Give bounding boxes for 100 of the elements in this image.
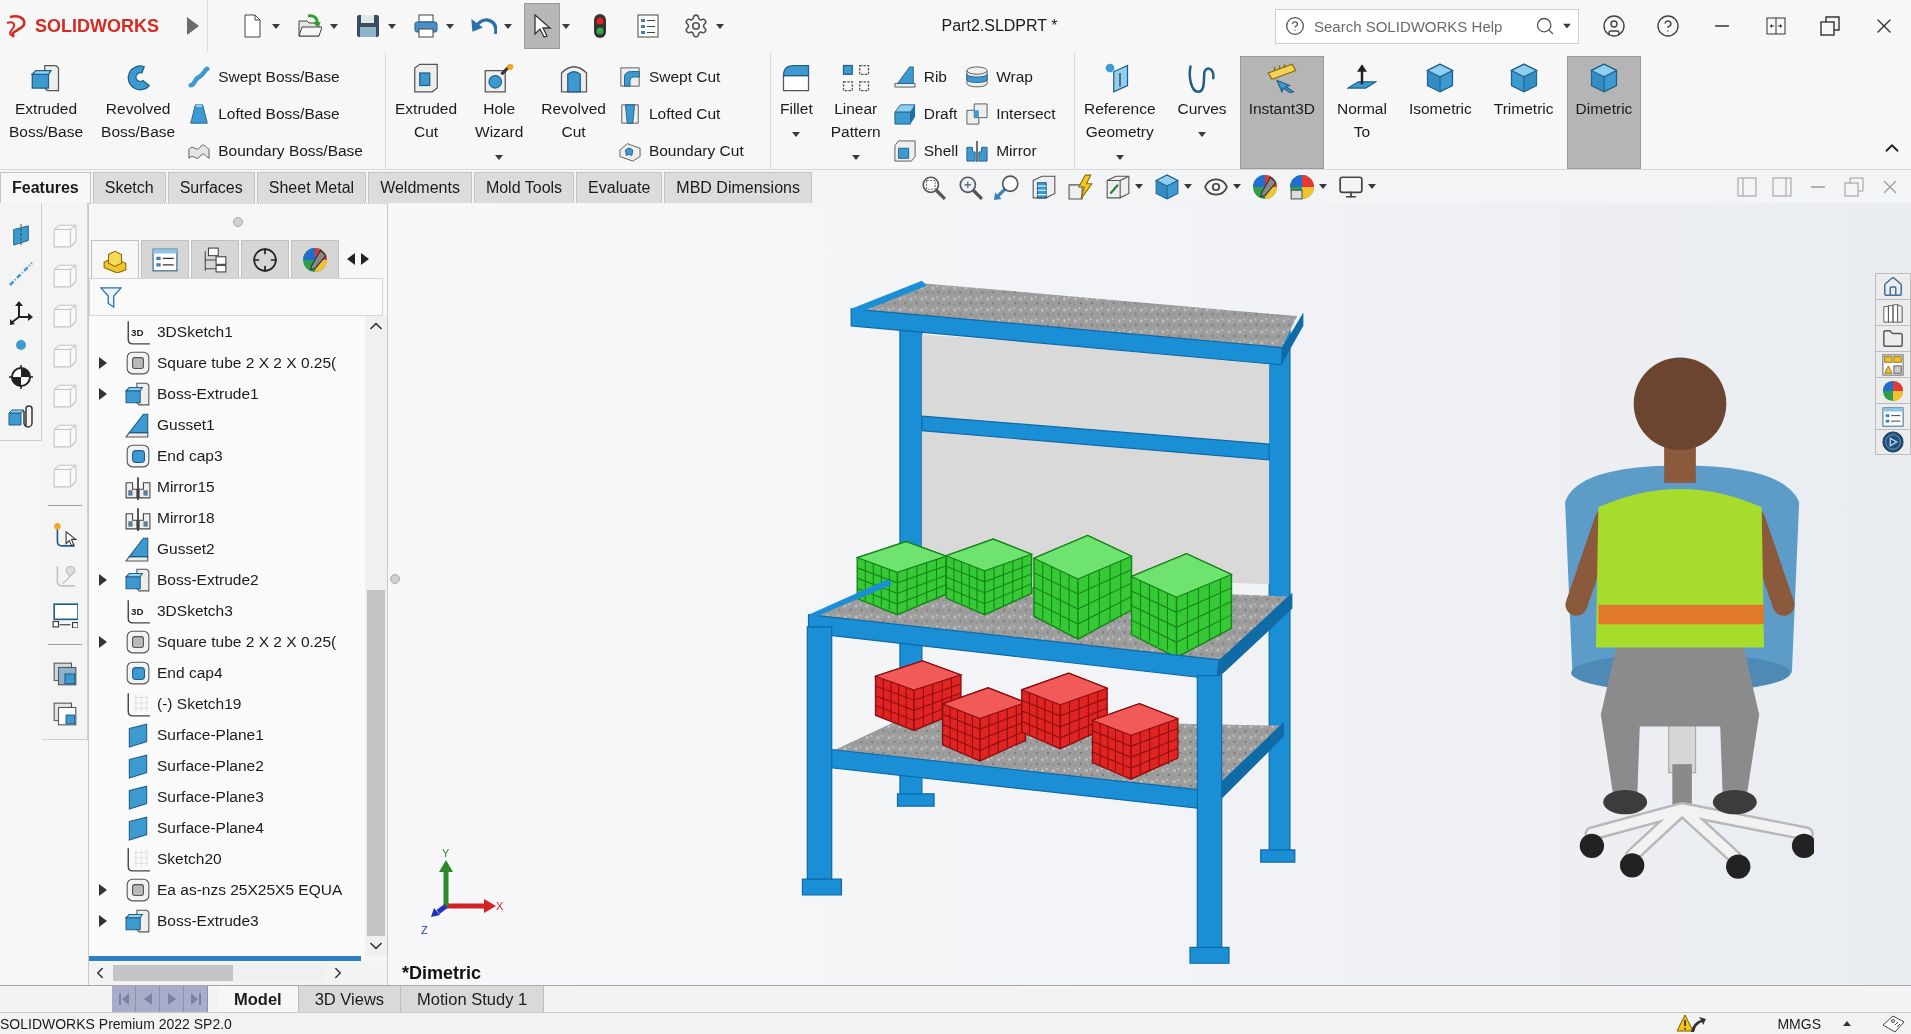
tree-item[interactable]: Boss-Extrude2 [125,566,259,593]
expand-arrow-icon[interactable] [99,635,107,648]
toolbar-button[interactable]: Mirror [962,132,1041,169]
bottom-tab[interactable]: Model [218,986,299,1012]
caret-down-icon[interactable] [1115,155,1124,160]
view-orientation-icon[interactable] [1104,173,1131,200]
expand-arrow-icon[interactable] [99,914,107,927]
tree-item[interactable]: Surface-Plane2 [125,752,264,779]
tree-item[interactable]: Boss-Extrude1 [125,380,259,407]
caret-down-icon[interactable] [1563,23,1571,29]
sketch-cursor-icon[interactable] [51,522,78,548]
caret-down-icon[interactable] [330,23,338,29]
appearance-sphere-icon[interactable] [1251,173,1278,200]
search-icon[interactable] [1535,16,1555,36]
block-clip-icon[interactable] [7,404,34,428]
toolbar-button[interactable]: Normal To [1328,56,1396,169]
coordinate-axes-icon[interactable] [8,301,33,325]
toolbar-button[interactable]: Lofted Cut [614,95,725,133]
bottom-tab[interactable]: Motion Study 1 [401,986,545,1012]
tree-item[interactable]: 3D 3DSketch3 [125,597,233,624]
panel-tab[interactable] [191,240,239,278]
expand-arrow-icon[interactable] [99,387,107,400]
command-tab[interactable]: Surfaces [167,172,255,203]
screen-boxes-icon[interactable] [51,602,78,628]
command-tab[interactable]: Sketch [92,172,166,203]
toolbar-button[interactable]: Fillet [771,56,822,169]
panel-tab[interactable] [241,240,289,278]
tag-icon[interactable] [1881,1014,1905,1033]
restore-icon[interactable] [1820,16,1840,36]
toolbar-button[interactable]: Swept Boss/Base [184,59,344,96]
toolbar-button[interactable]: Boundary Cut [614,132,748,169]
tree-item[interactable]: Square tube 2 X 2 X 0.25( [125,349,337,376]
toolbar-button[interactable]: Isometric [1399,56,1481,169]
tree-item[interactable]: Ea as-nzs 25X25X5 EQUA [125,876,343,903]
splitter-handle-icon[interactable] [390,574,400,584]
units-button[interactable]: MMGS [1777,1015,1821,1032]
tree-item[interactable]: Mirror15 [125,473,215,500]
toolbar-button[interactable]: Hole Wizard [466,56,533,169]
arrow-right-icon[interactable] [361,253,369,265]
command-tab[interactable]: Mold Tools [473,172,575,203]
tree-item[interactable]: End cap3 [125,442,223,469]
tree-item[interactable]: Sketch20 [125,845,222,872]
caret-down-icon[interactable] [495,155,504,160]
panel-tab[interactable] [291,240,339,278]
task-pane-tab[interactable] [1875,273,1911,299]
toolbar-button[interactable]: Linear Pattern [821,56,890,169]
scene-sphere-icon[interactable] [1288,173,1315,200]
caret-down-icon[interactable] [446,23,454,29]
monitor-icon[interactable] [1337,173,1364,200]
caret-down-icon[interactable] [1318,184,1327,189]
tree-item[interactable]: (-) Sketch19 [125,690,242,717]
expand-arrow-icon[interactable] [99,883,107,896]
toolbar-button[interactable]: Intersect [962,95,1060,133]
flyout-arrow-icon[interactable] [187,17,199,35]
tree-item[interactable]: End cap4 [125,659,223,686]
expand-arrow-icon[interactable] [99,573,107,586]
toolbar-button[interactable]: Revolved Cut [532,56,615,169]
caret-down-icon[interactable] [1367,184,1376,189]
caret-down-icon[interactable] [1183,184,1192,189]
toolbar-button[interactable]: Extruded Boss/Base [0,56,93,169]
display-style-icon[interactable] [1153,173,1180,200]
command-tab[interactable]: MBD Dimensions [664,172,812,203]
magnifier-arrow-icon[interactable] [993,173,1020,200]
toolbar-button[interactable]: Swept Cut [614,59,725,96]
fit-window-icon[interactable] [1766,17,1786,35]
section-view-icon[interactable] [1030,173,1057,200]
filter-field[interactable] [89,278,383,316]
toolbar-button[interactable]: Draft [889,95,962,133]
point-icon[interactable] [15,340,26,350]
tree-item[interactable]: Surface-Plane4 [125,814,264,841]
toolbar-button[interactable]: Lofted Boss/Base [184,95,344,133]
tree-item[interactable]: Surface-Plane1 [125,721,264,748]
help-icon[interactable] [1656,14,1680,38]
toolbar-button[interactable] [524,3,560,49]
vertical-scrollbar[interactable] [365,316,387,956]
task-pane-tab[interactable] [1875,377,1911,403]
tree-item[interactable]: 3D 3DSketch1 [125,318,233,345]
tree-item[interactable]: Gusset1 [125,411,215,438]
stacked-windows-icon[interactable] [51,701,78,727]
toolbar-button[interactable]: Extruded Cut [386,56,467,169]
bottom-tab[interactable]: 3D Views [298,986,402,1012]
command-tab[interactable]: Evaluate [576,172,663,203]
search-field[interactable]: Search SOLIDWORKS Help [1275,8,1579,44]
user-account-icon[interactable] [1602,14,1626,38]
caret-down-icon[interactable] [272,23,280,29]
scrollbar-thumb[interactable] [367,590,385,936]
help-icon[interactable] [1285,16,1305,36]
scrollbar-thumb[interactable] [113,965,233,981]
toolbar-button[interactable]: Dimetric [1566,56,1642,169]
toolbar-button[interactable]: Curves [1168,56,1236,169]
command-tab[interactable]: Sheet Metal [256,172,367,203]
command-tab[interactable]: Features [0,172,91,203]
task-pane-tab[interactable] [1875,299,1911,325]
stacked-windows-icon[interactable] [51,661,78,687]
caret-down-icon[interactable] [562,23,570,29]
tree-item[interactable]: Gusset2 [125,535,215,562]
caret-down-icon[interactable] [716,23,724,29]
caret-down-icon[interactable] [851,155,860,160]
toolbar-button[interactable]: Wrap [962,59,1037,96]
axis-line-icon[interactable] [8,262,33,286]
